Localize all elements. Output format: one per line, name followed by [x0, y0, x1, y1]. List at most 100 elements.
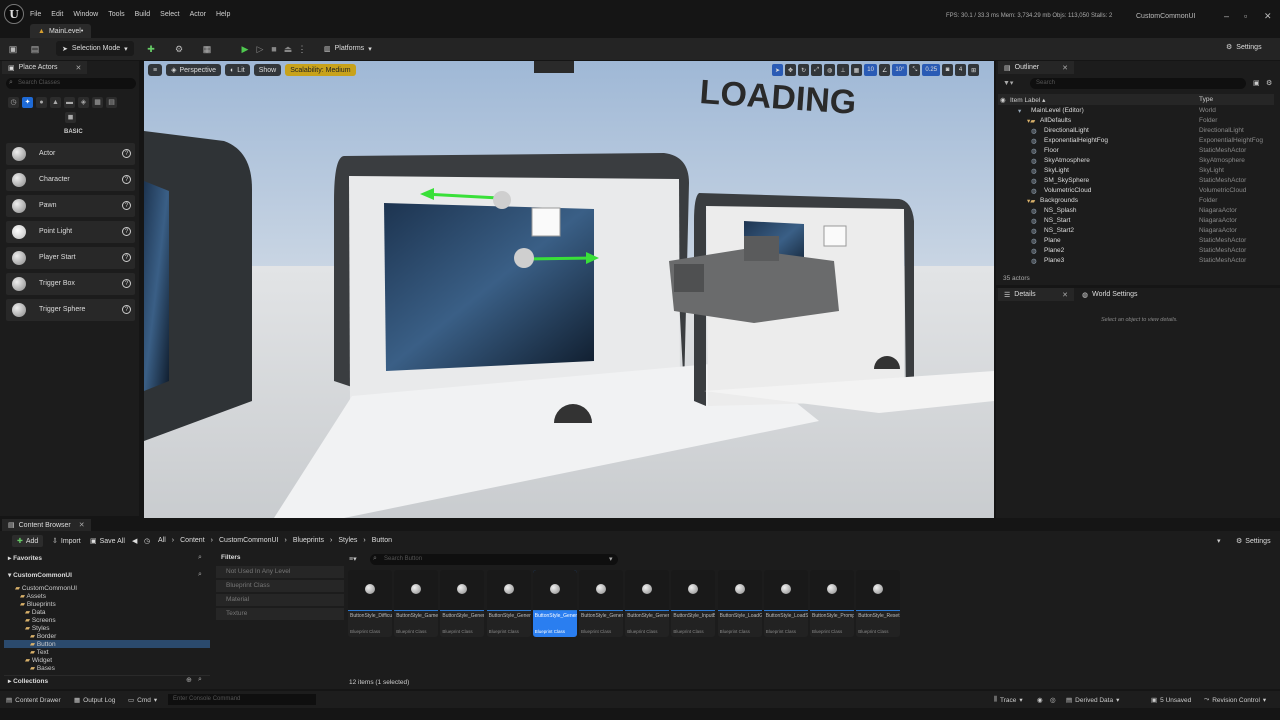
outliner-tab[interactable]: ▤ Outliner ✕	[998, 61, 1074, 74]
asset-tile[interactable]: ButtonStyle_LoadGameSlot Blueprint Class	[717, 570, 762, 637]
help-icon[interactable]: ?	[122, 175, 131, 184]
menu-build[interactable]: Build	[135, 11, 151, 18]
asset-tile[interactable]: ButtonStyle_Generic Blueprint Class	[440, 570, 485, 637]
outliner-settings-icon[interactable]: ⚙	[1266, 79, 1272, 87]
rotation-snap-icon[interactable]: ∠	[878, 64, 891, 76]
surface-snap-icon[interactable]: ⊥	[837, 64, 849, 76]
close-icon[interactable]: ✕	[1264, 11, 1272, 22]
filter-icon[interactable]: ≡▾	[349, 555, 357, 563]
actor-item-actor[interactable]: Actor ?	[6, 143, 135, 165]
lit-button[interactable]: ◐ Lit	[225, 64, 250, 76]
breadcrumb-button[interactable]: Button	[372, 537, 392, 544]
close-tab-icon[interactable]: ✕	[76, 64, 82, 72]
actor-item-character[interactable]: Character ?	[6, 169, 135, 191]
rotate-icon[interactable]: ↻	[798, 64, 810, 76]
content-icon[interactable]: ▤	[30, 44, 40, 54]
add-actor-icon[interactable]: ✚	[146, 44, 156, 54]
play-icon[interactable]: ▶	[240, 44, 250, 54]
asset-tile[interactable]: ButtonStyle_Generic_Options Blueprint Cla…	[486, 570, 531, 637]
search-icon[interactable]: ⌕	[198, 571, 202, 579]
console-input[interactable]: Enter Console Command	[168, 694, 316, 705]
breadcrumb-all[interactable]: All	[158, 537, 166, 544]
shapes-icon[interactable]: ▲	[50, 97, 61, 108]
select-icon[interactable]: ➤	[772, 64, 784, 76]
search-icon[interactable]: ⌕	[198, 676, 202, 684]
world-local-icon[interactable]: ◍	[824, 64, 836, 76]
blueprint-icon[interactable]: ⚙	[174, 44, 184, 54]
asset-search-input[interactable]: Search Button	[370, 554, 618, 565]
asset-tile[interactable]: ButtonStyle_GenericEmpty Blueprint Class	[579, 570, 623, 637]
help-icon[interactable]: ?	[122, 279, 131, 288]
details-tab[interactable]: ☰ Details ✕	[998, 288, 1074, 301]
outliner-row[interactable]: ◍ SkyAtmosphere SkyAtmosphere	[998, 157, 1268, 167]
more-categories-icon[interactable]: ◼	[65, 112, 76, 123]
save-all-button[interactable]: ▣ Save All	[90, 537, 125, 546]
menu-window[interactable]: Window	[73, 11, 98, 18]
asset-tile[interactable]: ButtonStyle_DifficultyTab Blueprint Class	[348, 570, 392, 637]
viewport-options-button[interactable]: ≡	[148, 64, 163, 76]
folder-tree-item[interactable]: ▰ Text	[4, 648, 210, 656]
help-icon[interactable]: ?	[122, 201, 131, 210]
folder-tree-item[interactable]: ▰ Screens	[4, 616, 210, 624]
asset-tile[interactable]: ButtonStyle_Reset Blueprint Class	[856, 570, 901, 637]
filter-blueprint-class[interactable]: Blueprint Class	[216, 580, 344, 592]
menu-edit[interactable]: Edit	[51, 11, 63, 18]
revision-control-button[interactable]: ⤳ Revision Control ▾	[1204, 696, 1266, 704]
asset-tile[interactable]: ButtonStyle_LoadSlotModal Blueprint Class	[763, 570, 808, 637]
close-tab-icon[interactable]: ✕	[1062, 291, 1068, 299]
cinematic-icon[interactable]: ▬	[64, 97, 75, 108]
add-collection-icon[interactable]: ⊕	[186, 676, 192, 684]
outliner-search-input[interactable]: Search	[1030, 78, 1246, 89]
actor-item-trigger-box[interactable]: Trigger Box ?	[6, 273, 135, 295]
outliner-row[interactable]: ◍ Plane2 StaticMeshActor	[998, 247, 1268, 257]
all-classes-icon[interactable]: ▤	[106, 97, 117, 108]
actor-item-pawn[interactable]: Pawn ?	[6, 195, 135, 217]
menu-file[interactable]: File	[30, 11, 41, 18]
menu-select[interactable]: Select	[160, 11, 179, 18]
recent-icon[interactable]: ◷	[8, 97, 19, 108]
outliner-row[interactable]: ▾ MainLevel (Editor) World	[998, 107, 1268, 117]
maximize-viewport-icon[interactable]: ⊞	[968, 64, 980, 76]
folder-tree-item[interactable]: ▰ Bases	[4, 664, 210, 672]
play-options-icon[interactable]: ⋮	[297, 44, 307, 54]
column-item-label[interactable]: Item Label ▴	[1010, 96, 1045, 104]
translate-icon[interactable]: ✥	[785, 64, 797, 76]
search-icon[interactable]: ⌕	[198, 554, 202, 562]
breadcrumb-content[interactable]: Content	[180, 537, 205, 544]
basic-category-icon[interactable]: ✦	[22, 97, 33, 108]
outliner-row[interactable]: ◍ DirectionalLight DirectionalLight	[998, 127, 1268, 137]
outliner-row[interactable]: ◍ Floor StaticMeshActor	[998, 147, 1268, 157]
eject-icon[interactable]: ⏏	[283, 44, 293, 54]
outliner-row[interactable]: ▾▰ Backgrounds Folder	[998, 197, 1268, 207]
breadcrumb-blueprints[interactable]: Blueprints	[293, 537, 324, 544]
scale-icon[interactable]: ⤢	[811, 64, 823, 76]
close-tab-icon[interactable]: ✕	[79, 521, 85, 529]
scale-snap-value[interactable]: 0.25	[922, 64, 941, 76]
rotation-snap-value[interactable]: 10°	[892, 64, 908, 76]
help-icon[interactable]: ?	[122, 253, 131, 262]
volumes-icon[interactable]: ▦	[92, 97, 103, 108]
chevron-down-icon[interactable]: ▾	[1217, 537, 1221, 545]
menu-help[interactable]: Help	[216, 11, 230, 18]
actor-item-player-start[interactable]: Player Start ?	[6, 247, 135, 269]
breadcrumb-styles[interactable]: Styles	[338, 537, 357, 544]
search-classes-input[interactable]: Search Classes	[6, 78, 136, 89]
filter-material[interactable]: Material	[216, 594, 344, 606]
stop-icon[interactable]: ■	[269, 44, 279, 54]
level-tab[interactable]: ▲ MainLevel•	[30, 24, 92, 38]
history-icon[interactable]: ◷	[144, 537, 150, 545]
screenshot-icon[interactable]: ◎	[1050, 696, 1056, 704]
perspective-button[interactable]: ◈ Perspective	[166, 64, 222, 76]
folder-tree-item[interactable]: ▰ Styles	[4, 624, 210, 632]
unsaved-button[interactable]: ▣ 5 Unsaved	[1151, 696, 1191, 705]
help-icon[interactable]: ?	[122, 227, 131, 236]
add-button[interactable]: ✚ Add	[12, 535, 44, 547]
folder-tree-item[interactable]: ▰ CustomCommonUI	[4, 584, 210, 592]
output-log-button[interactable]: ▦ Output Log	[74, 696, 115, 705]
menu-tools[interactable]: Tools	[108, 11, 124, 18]
actor-item-point-light[interactable]: Point Light ?	[6, 221, 135, 243]
show-button[interactable]: Show	[253, 64, 282, 76]
back-icon[interactable]: ◀	[132, 537, 137, 545]
asset-tile[interactable]: ButtonStyle_PromptWindow Blueprint Class	[810, 570, 854, 637]
favorites-header[interactable]: ▸ Favorites	[4, 554, 210, 562]
